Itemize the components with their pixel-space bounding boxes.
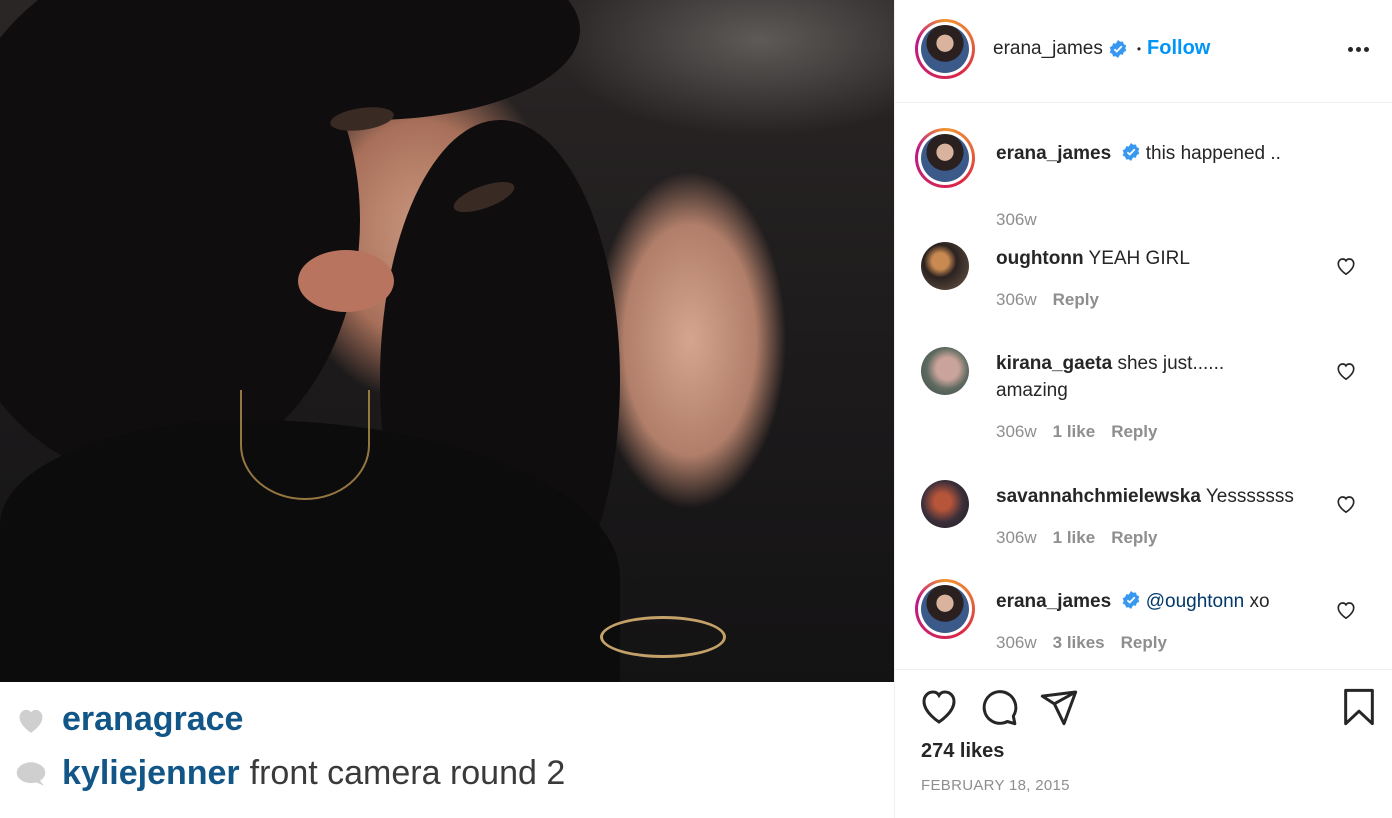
verified-badge-icon [1109, 39, 1127, 58]
like-heart-icon[interactable] [919, 687, 959, 727]
comment-meta: 306w [996, 210, 1037, 230]
comment-text: Yesssssss [1205, 486, 1294, 507]
comment-text-row: erana_james this happened .. [996, 140, 1326, 167]
likes-count[interactable]: 274 likes [921, 740, 1004, 763]
reply-button[interactable]: Reply [1053, 290, 1099, 310]
comment-username[interactable]: savannahchmielewska [996, 486, 1201, 507]
caption-username: kyliejenner [62, 754, 240, 792]
more-options-icon[interactable] [1343, 36, 1373, 62]
comment-text-row: kirana_gaeta shes just...... amazing [996, 350, 1296, 404]
like-comment-heart-icon[interactable] [1335, 494, 1357, 514]
share-send-icon[interactable] [1039, 687, 1079, 727]
comment-item: savannahchmielewska Yesssssss 306w 1 lik… [895, 480, 1392, 570]
avatar[interactable] [921, 242, 969, 290]
caption-username: eranagrace [62, 700, 244, 738]
comment-likes[interactable]: 1 like [1053, 528, 1096, 548]
comment-age: 306w [996, 210, 1037, 229]
comment-meta: 306w 1 like Reply [996, 422, 1157, 442]
comment-username[interactable]: erana_james [996, 143, 1111, 164]
comment-text-row: erana_james @oughtonn xo [996, 588, 1326, 615]
image-caption-strip: eranagrace kyliejenner front camera roun… [0, 682, 894, 818]
comment-age: 306w [996, 290, 1037, 309]
comment-likes[interactable]: 3 likes [1053, 633, 1105, 653]
comment-username[interactable]: erana_james [996, 591, 1111, 612]
heart-icon [14, 706, 48, 734]
verified-badge-icon [1123, 143, 1140, 161]
separator-dot: • [1136, 41, 1142, 56]
save-bookmark-icon[interactable] [1339, 687, 1379, 727]
post-date: FEBRUARY 18, 2015 [921, 777, 1070, 794]
comment-age: 306w [996, 422, 1037, 441]
comment-meta: 306w Reply [996, 290, 1099, 310]
like-comment-heart-icon[interactable] [1335, 361, 1357, 381]
avatar[interactable] [915, 128, 975, 188]
like-comment-heart-icon[interactable] [1335, 256, 1357, 276]
comment-likes[interactable]: 1 like [1053, 422, 1096, 442]
avatar[interactable] [921, 480, 969, 528]
author-row: erana_james • Follow [993, 37, 1210, 60]
follow-button[interactable]: Follow [1147, 37, 1210, 60]
comment-text: this happened .. [1145, 143, 1281, 164]
caption-text: front camera round 2 [249, 754, 566, 792]
verified-badge-icon [1123, 591, 1140, 609]
mention-link[interactable]: @oughtonn [1146, 591, 1245, 612]
comment-text: YEAH GIRL [1088, 248, 1190, 269]
reply-button[interactable]: Reply [1121, 633, 1167, 653]
comment-text-row: oughtonn YEAH GIRL [996, 245, 1326, 272]
caption-comment: erana_james this happened .. 306w [895, 128, 1392, 229]
avatar[interactable] [915, 579, 975, 639]
post-media: eranagrace kyliejenner front camera roun… [0, 0, 894, 818]
like-comment-heart-icon[interactable] [1335, 600, 1357, 620]
reply-button[interactable]: Reply [1111, 422, 1157, 442]
comment-item: erana_james @oughtonn xo 306w 3 likes Re… [895, 579, 1392, 669]
comment-age: 306w [996, 633, 1037, 652]
post-header: erana_james • Follow [895, 0, 1392, 103]
avatar[interactable] [921, 347, 969, 395]
comment-age: 306w [996, 528, 1037, 547]
comment-meta: 306w 1 like Reply [996, 528, 1157, 548]
comment-username[interactable]: oughtonn [996, 248, 1084, 269]
author-avatar[interactable] [915, 19, 975, 79]
comment-item: kirana_gaeta shes just...... amazing 306… [895, 347, 1392, 457]
caption-line-comment: kyliejenner front camera round 2 [14, 754, 565, 793]
comment-text: xo [1249, 591, 1270, 612]
comment-text-row: savannahchmielewska Yesssssss [996, 483, 1326, 510]
comment-bubble-icon[interactable] [979, 687, 1019, 727]
reply-button[interactable]: Reply [1111, 528, 1157, 548]
comment-username[interactable]: kirana_gaeta [996, 353, 1112, 374]
comment-icon [14, 760, 48, 788]
comment-meta: 306w 3 likes Reply [996, 633, 1167, 653]
comment-item: oughtonn YEAH GIRL 306w Reply [895, 242, 1392, 332]
post-photo[interactable] [0, 0, 894, 682]
author-username[interactable]: erana_james [993, 38, 1103, 60]
caption-line-like: eranagrace [14, 700, 243, 739]
comments-list[interactable]: erana_james this happened .. 306w oughto… [895, 104, 1392, 670]
post-side-panel: erana_james • Follow erana_james this ha… [894, 0, 1392, 818]
